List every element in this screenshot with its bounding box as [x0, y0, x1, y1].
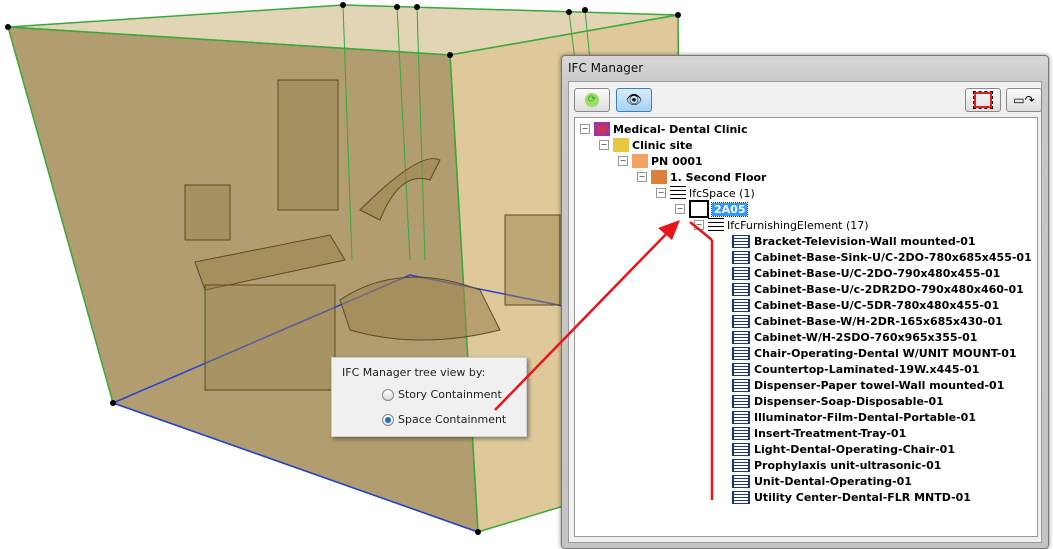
collapse-icon[interactable]: − [599, 140, 609, 150]
group-icon [708, 218, 724, 232]
select-elements-button[interactable] [965, 88, 1001, 112]
furnishing-element-item[interactable]: Utility Center-Dental-FLR MNTD-01 [732, 489, 971, 505]
collapse-icon[interactable]: − [618, 156, 628, 166]
collapse-icon[interactable]: − [694, 220, 704, 230]
ifc-manager-panel: IFC Manager ⟳ 👁 ▭↷ − Medical- Dental Clin… [561, 55, 1049, 549]
radio-label: Story Containment [398, 388, 502, 401]
furnishing-element-icon [732, 474, 750, 488]
furnishing-element-item[interactable]: Cabinet-Base-W/H-2DR-165x685x430-01 [732, 313, 1003, 329]
tree-node-label: Light-Dental-Operating-Chair-01 [754, 442, 955, 456]
furnishing-element-item[interactable]: Prophylaxis unit-ultrasonic-01 [732, 457, 941, 473]
radio-label: Space Containment [398, 413, 507, 426]
furnishing-element-item[interactable]: Illuminator-Film-Dental-Portable-01 [732, 409, 976, 425]
collapse-icon[interactable]: − [675, 204, 685, 214]
storey-icon [651, 170, 667, 184]
tree-node[interactable]: − PN 0001 [618, 153, 703, 169]
furnishing-element-item[interactable]: Dispenser-Paper towel-Wall mounted-01 [732, 377, 1004, 393]
furnishing-element-icon [732, 378, 750, 392]
furnishing-element-item[interactable]: Light-Dental-Operating-Chair-01 [732, 441, 955, 457]
furnishing-element-icon [732, 426, 750, 440]
furnishing-element-icon [732, 314, 750, 328]
tree-node[interactable]: − IfcFurnishingElement (17) [694, 217, 869, 233]
filter-view-button[interactable]: 👁 [616, 88, 652, 112]
tree-node-label: Bracket-Television-Wall mounted-01 [754, 234, 976, 248]
furnishing-element-icon [732, 394, 750, 408]
furnishing-element-icon [732, 250, 750, 264]
radio-icon [382, 388, 394, 401]
site-icon [613, 138, 629, 152]
tree-node-label: IfcSpace (1) [689, 186, 755, 200]
tree-node[interactable]: − 1. Second Floor [637, 169, 766, 185]
furnishing-element-icon [732, 234, 750, 248]
furnishing-element-icon [732, 362, 750, 376]
furnishing-element-item[interactable]: Cabinet-Base-U/C-2DO-790x480x455-01 [732, 265, 1000, 281]
panel-title: IFC Manager [568, 61, 644, 75]
furnishing-element-item[interactable]: Cabinet-Base-U/C-5DR-780x480x455-01 [732, 297, 999, 313]
tree-view-mode-popup: IFC Manager tree view by: Story Containm… [331, 357, 527, 437]
furnishing-element-item[interactable]: Cabinet-Base-U/c-2DR2DO-790x480x460-01 [732, 281, 1024, 297]
tree-node[interactable]: − Clinic site [599, 137, 693, 153]
radio-space-containment[interactable]: Space Containment [382, 413, 506, 426]
furnishing-element-item[interactable]: Unit-Dental-Operating-01 [732, 473, 912, 489]
tree-node-label: Utility Center-Dental-FLR MNTD-01 [754, 490, 971, 504]
tree-node[interactable]: − IfcSpace (1) [656, 185, 755, 201]
tree-node-label: Cabinet-Base-W/H-2DR-165x685x430-01 [754, 314, 1003, 328]
tree-node-label: Chair-Operating-Dental W/UNIT MOUNT-01 [754, 346, 1017, 360]
collapse-icon[interactable]: − [637, 172, 647, 182]
tree-node-label: IfcFurnishingElement (17) [727, 218, 869, 232]
tree-node-label: Insert-Treatment-Tray-01 [754, 426, 907, 440]
tree-node-label: Prophylaxis unit-ultrasonic-01 [754, 458, 942, 472]
furnishing-element-icon [732, 442, 750, 456]
filter-eye-icon: 👁 [625, 92, 643, 108]
tree-node-label: Cabinet-Base-U/c-2DR2DO-790x480x460-01 [754, 282, 1024, 296]
zoom-to-selection-button[interactable]: ▭↷ [1006, 88, 1042, 112]
refresh-button[interactable]: ⟳ [574, 88, 610, 112]
tree-node[interactable]: − Medical- Dental Clinic [580, 121, 748, 137]
furnishing-element-icon [732, 410, 750, 424]
furnishing-element-icon [732, 458, 750, 472]
tree-node-label: PN 0001 [651, 154, 703, 168]
furnishing-element-item[interactable]: Chair-Operating-Dental W/UNIT MOUNT-01 [732, 345, 1017, 361]
tree-node-label: Clinic site [632, 138, 693, 152]
tree-node-label: Cabinet-Base-U/C-5DR-780x480x455-01 [754, 298, 1000, 312]
furnishing-element-item[interactable]: Cabinet-W/H-2SDO-760x965x355-01 [732, 329, 977, 345]
furnishing-element-icon [732, 346, 750, 360]
furnishing-element-item[interactable]: Cabinet-Base-Sink-U/C-2DO-780x685x455-01 [732, 249, 1032, 265]
zoom-to-selection-icon: ▭↷ [1013, 93, 1035, 107]
tree-node-label: Dispenser-Paper towel-Wall mounted-01 [754, 378, 1005, 392]
refresh-icon: ⟳ [585, 93, 599, 107]
group-icon [670, 186, 686, 200]
select-elements-icon [973, 91, 993, 109]
furnishing-element-item[interactable]: Bracket-Television-Wall mounted-01 [732, 233, 976, 249]
furnishing-element-icon [732, 490, 750, 504]
tree-node-label: Unit-Dental-Operating-01 [754, 474, 912, 488]
tree-node-label: Countertop-Laminated-19W.x445-01 [754, 362, 980, 376]
furnishing-element-icon [732, 330, 750, 344]
furnishing-element-item[interactable]: Insert-Treatment-Tray-01 [732, 425, 906, 441]
tree-node-label: Cabinet-Base-Sink-U/C-2DO-780x685x455-01 [754, 250, 1032, 264]
building-icon [632, 154, 648, 168]
furnishing-element-icon [732, 282, 750, 296]
furnishing-element-icon [732, 266, 750, 280]
collapse-icon[interactable]: − [656, 188, 666, 198]
radio-story-containment[interactable]: Story Containment [382, 388, 502, 401]
furnishing-element-icon [732, 298, 750, 312]
furnishing-element-item[interactable]: Dispenser-Soap-Disposable-01 [732, 393, 944, 409]
tree-node-label: 1. Second Floor [670, 170, 767, 184]
tree-node-label: Dispenser-Soap-Disposable-01 [754, 394, 944, 408]
ifc-tree[interactable]: − Medical- Dental Clinic − Clinic site − PN 0… [574, 117, 1038, 537]
tree-node[interactable]: − 2A05 [675, 200, 749, 218]
project-icon [594, 122, 610, 136]
tree-node-label: 2A05 [710, 201, 749, 217]
space-icon [689, 200, 709, 218]
tree-node-label: Cabinet-W/H-2SDO-760x965x355-01 [754, 330, 978, 344]
radio-selected-icon [382, 413, 394, 426]
furnishing-element-item[interactable]: Countertop-Laminated-19W.x445-01 [732, 361, 979, 377]
tree-node-label: Illuminator-Film-Dental-Portable-01 [754, 410, 976, 424]
collapse-icon[interactable]: − [580, 124, 590, 134]
tree-node-label: Cabinet-Base-U/C-2DO-790x480x455-01 [754, 266, 1001, 280]
popup-title: IFC Manager tree view by: [342, 366, 486, 379]
tree-node-label: Medical- Dental Clinic [613, 122, 748, 136]
